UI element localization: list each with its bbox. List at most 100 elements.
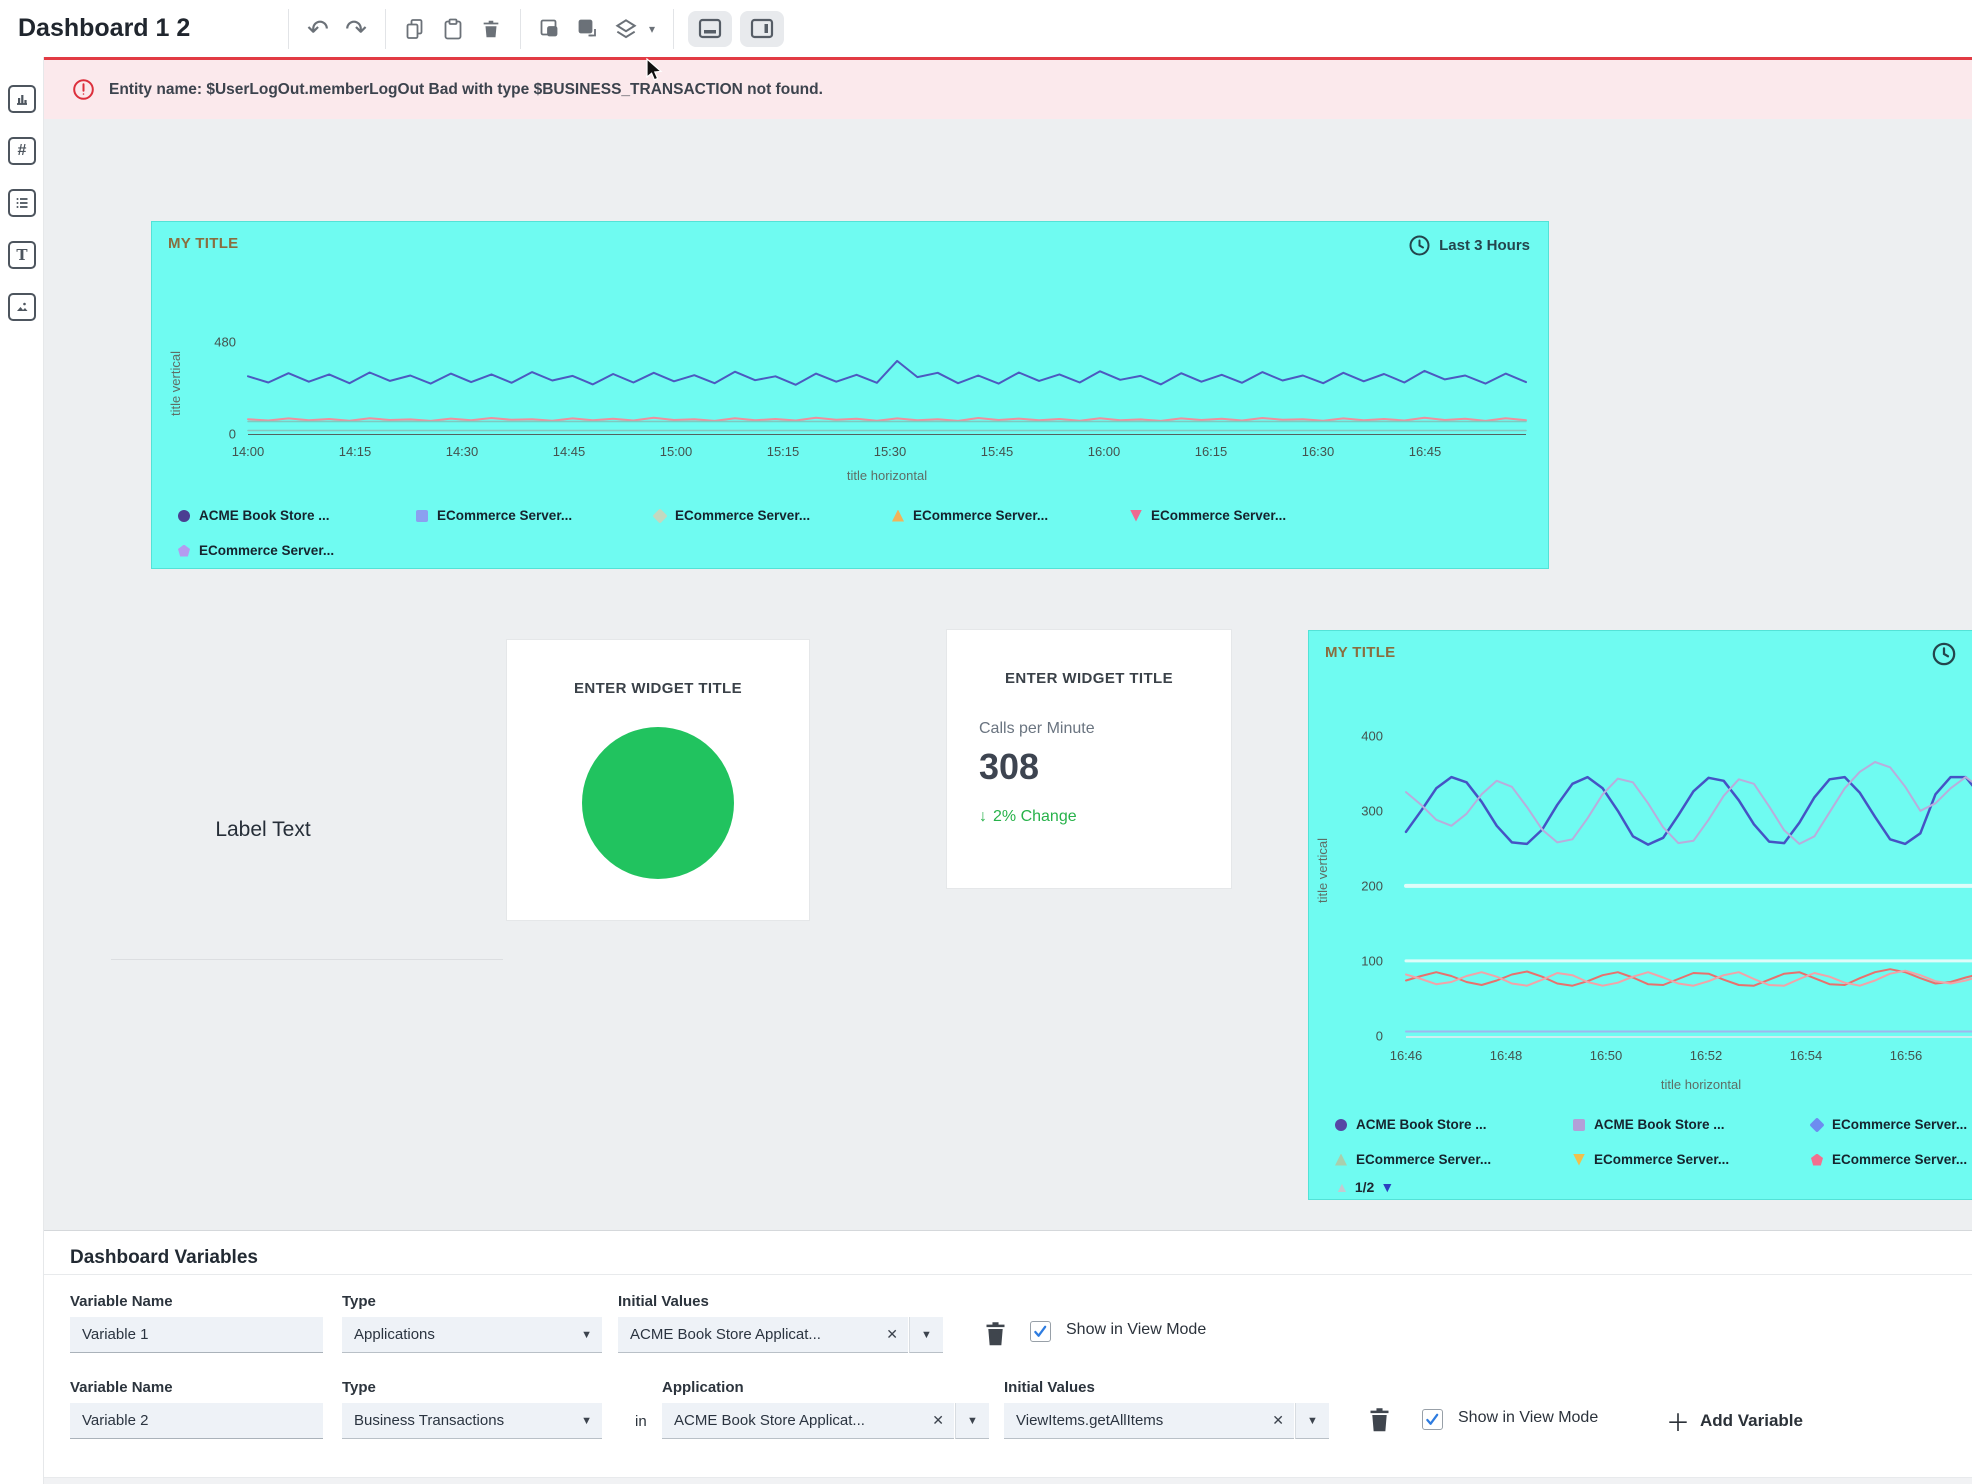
metric-widget[interactable]: ENTER WIDGET TITLE Calls per Minute 308 … [947,630,1231,888]
copy-button[interactable] [396,9,434,49]
circle-marker-icon [178,510,190,522]
variable-name-input[interactable] [70,1317,323,1353]
toggle-bottom-panel-button[interactable] [688,11,732,47]
copy-icon [403,17,427,41]
triangle-up-marker-icon [1335,1154,1347,1166]
type-label: Type [342,1379,376,1396]
delete-button[interactable] [472,9,510,49]
timeseries-widget-1[interactable]: MY TITLE Last 3 Hours title vertical 480… [151,221,1549,569]
application-label: Application [662,1379,744,1396]
toolbar-divider [288,9,289,49]
y-tick-label: 100 [1361,953,1383,968]
legend-item[interactable]: ECommerce Server... [178,533,416,568]
bring-to-front-button[interactable] [531,9,569,49]
page-indicator: 1/2 [1355,1179,1374,1195]
legend-item[interactable]: ECommerce Server... [1335,1142,1573,1177]
paste-button[interactable] [434,9,472,49]
add-chart-widget-button[interactable] [8,85,36,113]
legend-item[interactable]: ECommerce Server... [1811,1107,1972,1142]
initial-values-field[interactable]: ViewItems.getAllItems ✕ [1004,1403,1294,1439]
initial-values-field[interactable]: ACME Book Store Applicat... ✕ [618,1317,908,1353]
toolbar-divider [520,9,521,49]
chart-line-ECommerce pink B [1406,971,1972,986]
timeseries-widget-2[interactable]: MY TITLE title vertical 4003002001000 16… [1308,630,1972,1200]
redo-icon: ↷ [345,16,367,42]
label-widget[interactable]: Label Text [155,818,371,842]
x-tick-label: 16:30 [1302,444,1335,459]
metric-change: ↓ 2% Change [979,808,1077,826]
undo-button[interactable]: ↶ [299,9,337,49]
health-widget[interactable]: ENTER WIDGET TITLE [507,640,809,920]
label-widget-border [111,959,503,960]
page-down-icon[interactable]: ▼ [1380,1179,1394,1195]
type-select[interactable]: Business Transactions ▼ [342,1403,602,1439]
error-banner: Entity name: $UserLogOut.memberLogOut Ba… [44,57,1972,119]
y-tick-label: 0 [229,427,236,442]
widget-title: MY TITLE [168,235,238,252]
alert-icon [72,78,95,101]
show-in-view-mode-checkbox[interactable] [1030,1321,1051,1342]
y-tick-label: 200 [1361,878,1383,893]
legend-item[interactable]: ACME Book Store ... [1335,1107,1573,1142]
application-field[interactable]: ACME Book Store Applicat... ✕ [662,1403,954,1439]
clear-value-icon[interactable]: ✕ [886,1326,898,1343]
add-metric-widget-button[interactable]: # [8,137,36,165]
legend-item[interactable]: ECommerce Server... [892,498,1130,533]
add-list-widget-button[interactable] [8,189,36,217]
x-tick-label: 14:15 [339,444,372,459]
legend-item[interactable]: ACME Book Store ... [178,498,416,533]
show-in-view-mode-checkbox[interactable] [1422,1409,1443,1430]
application-caret[interactable]: ▼ [955,1403,989,1439]
paste-icon [441,17,465,41]
x-tick-label: 16:48 [1490,1048,1523,1063]
legend-label: ECommerce Server... [1832,1152,1967,1167]
mouse-cursor [645,58,665,84]
layers-button[interactable] [607,9,645,49]
clear-value-icon[interactable]: ✕ [932,1412,944,1429]
delete-variable-button[interactable] [982,1319,1009,1352]
x-axis-title: title horizontal [248,468,1526,483]
y-tick-label: 400 [1361,728,1383,743]
time-range: Last 3 Hours [1408,234,1530,257]
legend-item[interactable]: ACME Book Store ... [1573,1107,1811,1142]
legend-item[interactable]: ECommerce Server... [1573,1142,1811,1177]
chart-legend: ACME Book Store ...ACME Book Store ...EC… [1335,1107,1972,1177]
toolbar-divider [385,9,386,49]
x-tick-label: 16:50 [1590,1048,1623,1063]
layers-caret-button[interactable]: ▾ [645,9,663,49]
x-tick-label: 16:52 [1690,1048,1723,1063]
x-tick-label: 14:00 [232,444,265,459]
legend-item[interactable]: ECommerce Server... [654,498,892,533]
square-marker-icon [1573,1119,1585,1131]
image-icon [14,299,30,315]
widget-title: MY TITLE [1325,644,1395,661]
clear-value-icon[interactable]: ✕ [1272,1412,1284,1429]
page-up-icon[interactable]: ▲ [1335,1179,1349,1195]
legend-label: ECommerce Server... [1832,1117,1967,1132]
send-to-back-button[interactable] [569,9,607,49]
widget-sidebar: # T [0,57,44,1484]
legend-item[interactable]: ECommerce Server... [1130,498,1368,533]
y-axis-ticks: 4003002001000 [1335,711,1383,1036]
legend-item[interactable]: ECommerce Server... [1811,1142,1972,1177]
redo-button[interactable]: ↷ [337,9,375,49]
initial-values-caret[interactable]: ▼ [909,1317,943,1353]
right-panel-icon [749,17,775,41]
variable-name-input[interactable] [70,1403,323,1439]
initial-values-label: Initial Values [618,1293,709,1310]
triangle-down-marker-icon [1573,1154,1585,1166]
add-text-widget-button[interactable]: T [8,241,36,269]
type-select[interactable]: Applications ▼ [342,1317,602,1353]
delete-variable-button[interactable] [1366,1405,1393,1438]
add-variable-button[interactable]: ＋ Add Variable [1666,1403,1803,1438]
add-image-widget-button[interactable] [8,293,36,321]
legend-item[interactable]: ECommerce Server... [416,498,654,533]
show-in-view-mode-label: Show in View Mode [1458,1409,1598,1427]
trash-icon [1366,1405,1393,1435]
variable-name-label: Variable Name [70,1379,173,1396]
initial-values-caret[interactable]: ▼ [1295,1403,1329,1439]
pentagon-marker-icon [1811,1154,1823,1166]
legend-label: ACME Book Store ... [1594,1117,1725,1132]
toggle-right-panel-button[interactable] [740,11,784,47]
chart-legend: ACME Book Store ...ECommerce Server...EC… [178,498,1418,568]
